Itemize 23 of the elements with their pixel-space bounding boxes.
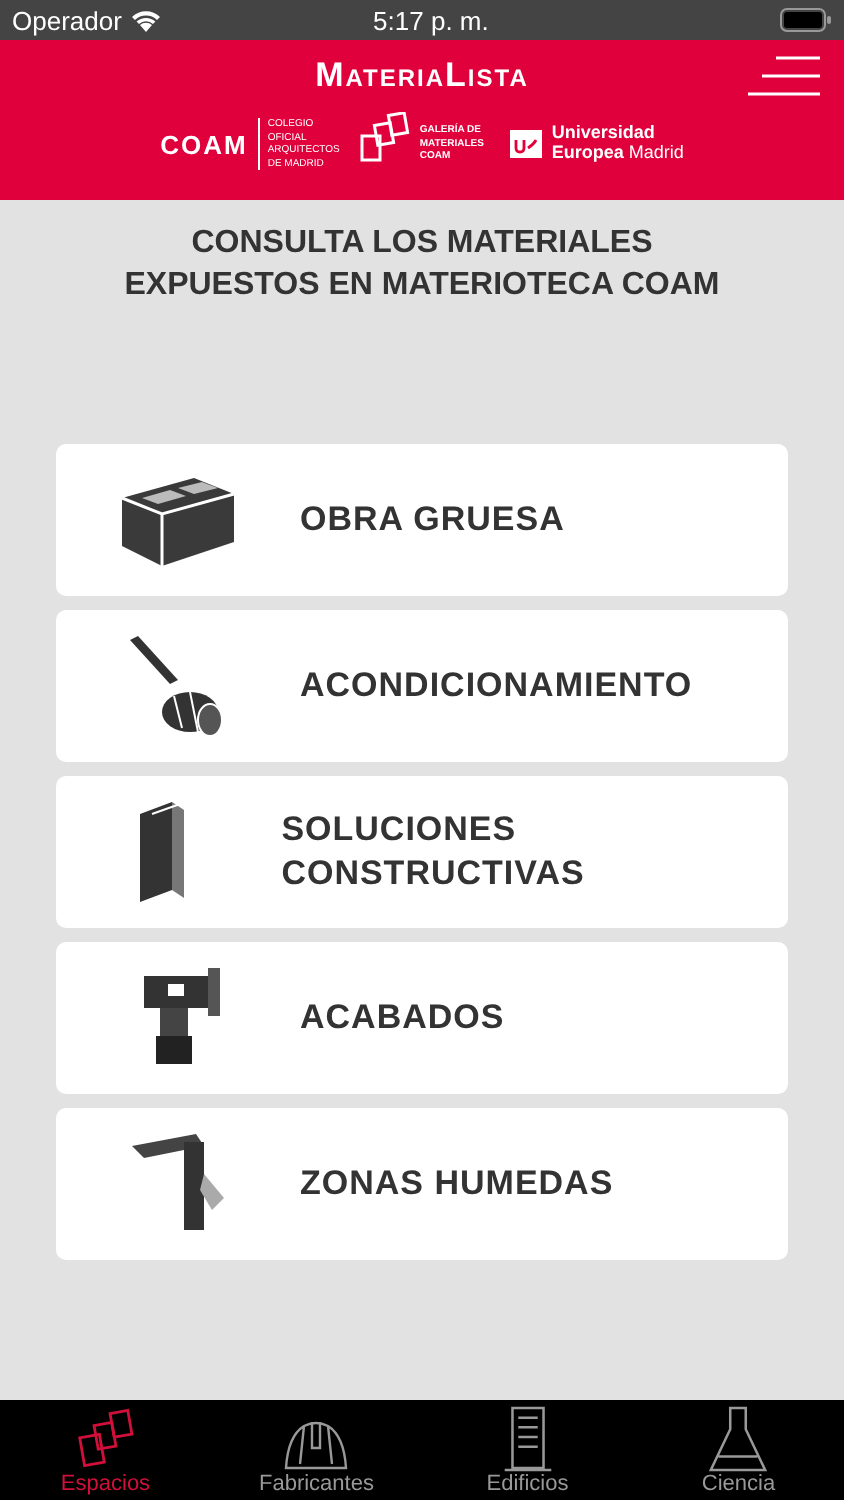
category-card[interactable]: ZONAS HUMEDAS: [56, 1107, 788, 1260]
building-icon: [499, 1406, 556, 1472]
tab-bar-item[interactable]: Edificios: [422, 1400, 633, 1500]
flask-icon: [708, 1406, 769, 1472]
tab-bar-item[interactable]: Fabricantes: [211, 1400, 422, 1500]
carrier-name: Operador: [12, 5, 122, 35]
page-heading: CONSULTA LOS MATERIALES EXPUESTOS EN MATERIOTECA COAM: [122, 224, 722, 306]
uem-logo-text: Universidad Europea Madrid: [551, 124, 684, 164]
uem-logo-icon: [509, 130, 542, 158]
tab-bar-item[interactable]: Espacios: [0, 1400, 211, 1500]
category-card[interactable]: OBRA GRUESA: [56, 443, 788, 596]
tab-bar-item[interactable]: Ciencia: [633, 1400, 844, 1500]
app-logo: MateriaLista: [315, 56, 529, 96]
wifi-icon: [129, 8, 162, 32]
helmet-icon: [284, 1416, 349, 1472]
category-card[interactable]: ACONDICIONAMIENTO: [56, 609, 788, 762]
coam-logo: COAM: [160, 129, 248, 159]
category-card[interactable]: SOLUCIONES CONSTRUCTIVAS: [56, 775, 788, 928]
menu-icon[interactable]: [748, 56, 820, 96]
battery-icon: [780, 8, 832, 32]
category-card[interactable]: ACABADOS: [56, 941, 788, 1094]
status-time: 5:17 p. m.: [371, 5, 491, 35]
stacked-tiles-icon: [77, 1408, 134, 1472]
